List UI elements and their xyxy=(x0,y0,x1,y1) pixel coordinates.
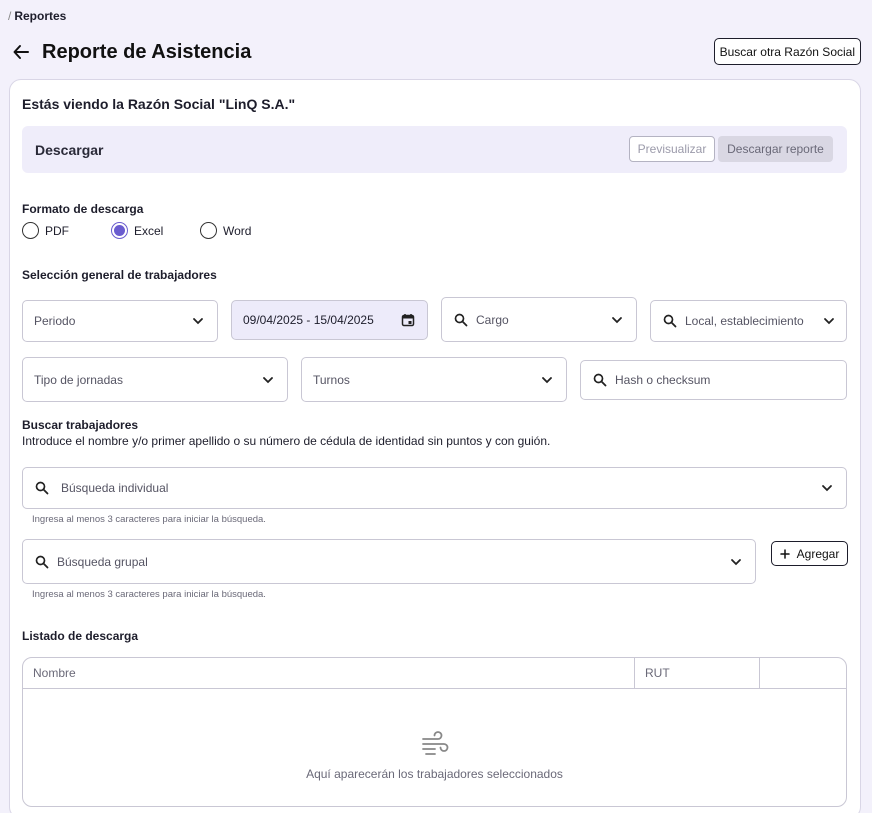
chevron-down-icon xyxy=(731,558,741,565)
empty-state: Aquí aparecerán los trabajadores selecci… xyxy=(23,689,846,806)
format-label: Formato de descarga xyxy=(22,202,144,216)
search-workers-description: Introduce el nombre y/o primer apellido … xyxy=(22,434,551,448)
chevron-down-icon xyxy=(612,316,622,323)
column-header-nombre[interactable]: Nombre xyxy=(23,658,635,688)
report-card: Estás viendo la Razón Social "LinQ S.A."… xyxy=(9,79,861,813)
download-bar: Descargar Previsualizar Descargar report… xyxy=(22,126,847,173)
search-icon xyxy=(35,481,49,495)
chevron-down-icon xyxy=(542,376,552,383)
company-notice: Estás viendo la Razón Social "LinQ S.A." xyxy=(22,96,296,112)
add-button-label: Agregar xyxy=(796,546,840,561)
individual-search-placeholder: Búsqueda individual xyxy=(61,481,169,495)
radio-pdf[interactable] xyxy=(22,222,39,239)
download-list-table: Nombre RUT Aquí aparecerán los trabajado… xyxy=(22,657,847,807)
search-workers-label: Buscar trabajadores xyxy=(22,418,139,432)
calendar-icon[interactable] xyxy=(401,313,415,327)
breadcrumb-current[interactable]: Reportes xyxy=(14,9,66,23)
column-header-actions xyxy=(760,658,846,688)
local-select[interactable]: Local, establecimiento xyxy=(650,300,847,342)
download-title: Descargar xyxy=(35,142,104,158)
format-option-pdf[interactable]: PDF xyxy=(22,222,111,239)
format-radio-group: PDF Excel Word xyxy=(22,222,251,239)
chevron-down-icon xyxy=(263,376,273,383)
page-header: Reporte de Asistencia Buscar otra Razón … xyxy=(12,38,861,66)
tipo-jornadas-label: Tipo de jornadas xyxy=(34,372,123,387)
date-range-value: 09/04/2025 - 15/04/2025 xyxy=(243,313,374,327)
local-label: Local, establecimiento xyxy=(685,314,804,328)
plus-icon xyxy=(779,548,790,559)
page-title: Reporte de Asistencia xyxy=(42,40,252,63)
search-icon xyxy=(35,555,49,568)
search-other-company-button[interactable]: Buscar otra Razón Social xyxy=(713,38,861,65)
hash-input[interactable]: Hash o checksum xyxy=(580,360,847,400)
cargo-label: Cargo xyxy=(476,312,509,327)
format-option-label: Word xyxy=(223,223,252,238)
add-button[interactable]: Agregar xyxy=(771,541,848,566)
wind-icon xyxy=(421,731,448,755)
periodo-label: Periodo xyxy=(34,314,76,328)
format-option-word[interactable]: Word xyxy=(200,222,251,239)
general-selection-label: Selección general de trabajadores xyxy=(22,268,217,282)
search-icon xyxy=(454,313,468,326)
turnos-select[interactable]: Turnos xyxy=(301,357,567,402)
periodo-select[interactable]: Periodo xyxy=(22,300,218,342)
back-arrow-icon[interactable] xyxy=(12,42,32,62)
group-search-input[interactable]: Búsqueda grupal xyxy=(22,539,756,584)
date-range-field[interactable]: 09/04/2025 - 15/04/2025 xyxy=(231,300,428,340)
column-header-rut[interactable]: RUT xyxy=(635,658,760,688)
breadcrumb: / Reportes xyxy=(8,9,66,23)
chevron-down-icon xyxy=(822,485,832,492)
radio-excel[interactable] xyxy=(111,222,128,239)
individual-search-input[interactable]: Búsqueda individual xyxy=(22,467,847,509)
radio-word[interactable] xyxy=(200,222,217,239)
chevron-down-icon xyxy=(824,318,834,325)
preview-button[interactable]: Previsualizar xyxy=(629,136,715,162)
breadcrumb-separator: / xyxy=(8,9,12,23)
search-icon xyxy=(663,314,677,328)
individual-search-helper: Ingresa al menos 3 caracteres para inici… xyxy=(32,514,266,525)
tipo-jornadas-select[interactable]: Tipo de jornadas xyxy=(22,357,288,402)
cargo-select[interactable]: Cargo xyxy=(441,297,637,342)
download-report-button[interactable]: Descargar reporte xyxy=(718,136,833,162)
hash-placeholder: Hash o checksum xyxy=(615,373,711,387)
download-list-label: Listado de descarga xyxy=(22,629,139,643)
group-search-placeholder: Búsqueda grupal xyxy=(57,554,148,569)
empty-state-text: Aquí aparecerán los trabajadores selecci… xyxy=(306,767,563,781)
search-icon xyxy=(593,373,607,387)
turnos-label: Turnos xyxy=(313,372,350,387)
format-option-label: Excel xyxy=(134,223,164,238)
table-header: Nombre RUT xyxy=(23,658,846,689)
group-search-helper: Ingresa al menos 3 caracteres para inici… xyxy=(32,589,266,600)
format-option-excel[interactable]: Excel xyxy=(111,222,200,239)
format-option-label: PDF xyxy=(45,223,69,238)
chevron-down-icon xyxy=(193,318,203,325)
